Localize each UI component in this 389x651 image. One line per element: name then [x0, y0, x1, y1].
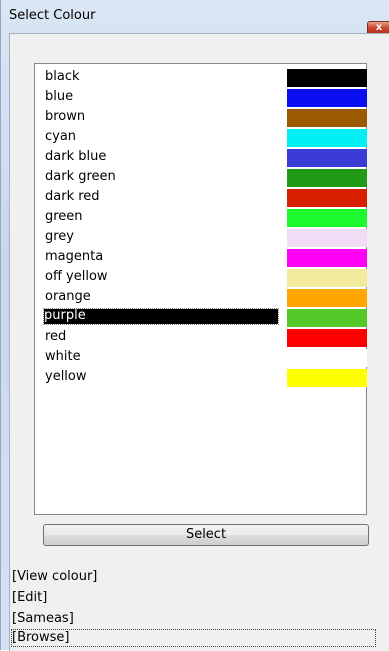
colour-swatch	[287, 169, 367, 187]
colour-label: white	[45, 349, 81, 364]
list-item-blue[interactable]: blue	[37, 87, 367, 107]
colour-label: dark green	[45, 169, 116, 184]
list-item-yellow[interactable]: yellow	[37, 367, 367, 387]
colour-label: blue	[45, 89, 74, 104]
colour-label: magenta	[45, 249, 104, 264]
colour-label: grey	[45, 229, 75, 244]
colour-label: cyan	[45, 129, 77, 144]
colour-swatch	[287, 349, 367, 367]
colour-label: yellow	[45, 369, 87, 384]
colour-swatch	[287, 289, 367, 307]
list-item-dark-green[interactable]: dark green	[37, 167, 367, 187]
colour-label: orange	[45, 289, 91, 304]
colour-list[interactable]: black blue brown cyan dark blue dark gre…	[34, 63, 367, 515]
colour-swatch	[287, 129, 367, 147]
title-bar[interactable]: Select Colour x	[1, 0, 389, 34]
list-item-magenta[interactable]: magenta	[37, 247, 367, 267]
colour-label: green	[45, 209, 83, 224]
list-item-cyan[interactable]: cyan	[37, 127, 367, 147]
colour-label: off yellow	[45, 269, 108, 284]
colour-swatch	[287, 269, 367, 287]
list-item-black[interactable]: black	[37, 67, 367, 87]
list-item-dark-red[interactable]: dark red	[37, 187, 367, 207]
list-item-orange[interactable]: orange	[37, 287, 367, 307]
list-item-grey[interactable]: grey	[37, 227, 367, 247]
colour-swatch	[287, 109, 367, 127]
colour-swatch	[287, 329, 367, 347]
list-item-off-yellow[interactable]: off yellow	[37, 267, 367, 287]
colour-swatch	[287, 229, 367, 247]
list-item-green[interactable]: green	[37, 207, 367, 227]
list-item-brown[interactable]: brown	[37, 107, 367, 127]
list-item-red[interactable]: red	[37, 327, 367, 347]
sameas-link[interactable]: [Sameas]	[12, 611, 74, 626]
window-title: Select Colour	[9, 8, 96, 23]
list-item-purple[interactable]: purple	[37, 307, 367, 327]
colour-swatch	[287, 249, 367, 267]
list-item-white[interactable]: white	[37, 347, 367, 367]
colour-swatch	[287, 209, 367, 227]
colour-label: red	[45, 329, 67, 344]
colour-label: brown	[45, 109, 86, 124]
colour-label: dark red	[45, 189, 100, 204]
view-colour-link[interactable]: [View colour]	[12, 569, 97, 584]
colour-label: purple	[43, 308, 279, 325]
close-icon: x	[375, 22, 383, 33]
select-button[interactable]: Select	[43, 524, 369, 546]
colour-swatch	[287, 89, 367, 107]
colour-swatch	[287, 369, 367, 387]
colour-swatch	[287, 69, 367, 87]
colour-label: dark blue	[45, 149, 107, 164]
colour-swatch	[287, 149, 367, 167]
colour-swatch	[287, 309, 367, 327]
colour-label: black	[45, 69, 80, 84]
colour-swatch	[287, 189, 367, 207]
list-item-dark-blue[interactable]: dark blue	[37, 147, 367, 167]
edit-link[interactable]: [Edit]	[12, 590, 47, 605]
browse-link[interactable]: [Browse]	[11, 629, 376, 647]
